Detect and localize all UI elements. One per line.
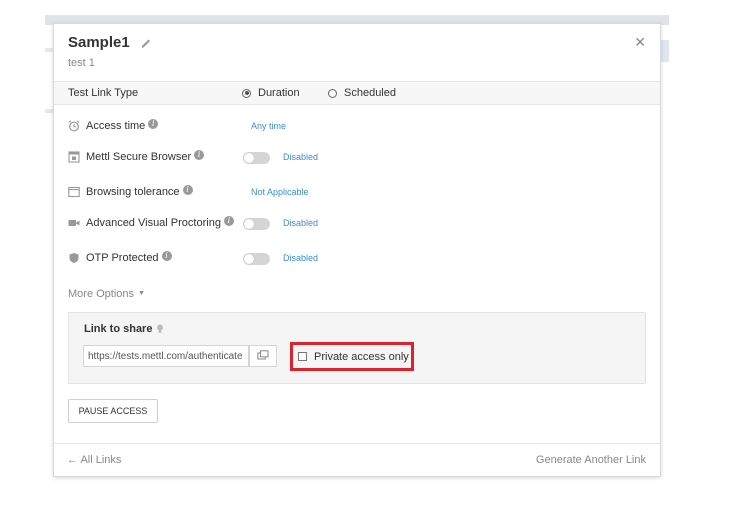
info-icon[interactable]: i (182, 185, 193, 195)
secure-browser-icon (68, 151, 80, 163)
private-access-label: Private access only (314, 350, 409, 363)
secure-browser-status[interactable]: Disabled (283, 152, 318, 162)
share-link-title: Link to share (84, 323, 153, 335)
link-type-bar: Test Link Type Duration Scheduled (54, 81, 660, 105)
pencil-icon[interactable] (139, 36, 153, 50)
setting-label: Advanced Visual Proctoring (86, 217, 221, 229)
visual-proctoring-toggle[interactable] (243, 218, 270, 230)
setting-access-time: Access time i (68, 119, 159, 132)
setting-otp-protected: OTP Protected i (68, 251, 172, 264)
share-url-input[interactable] (83, 345, 249, 367)
share-link-panel: Link to share Private access only (68, 312, 646, 384)
setting-label: Mettl Secure Browser (86, 151, 192, 163)
copy-link-button[interactable] (249, 345, 277, 367)
modal-subtitle: test 1 (68, 57, 95, 69)
lightbulb-icon (156, 324, 164, 334)
modal-title-row: Sample1 (68, 34, 153, 51)
video-camera-icon (68, 217, 80, 229)
more-options-toggle[interactable]: More Options ▼ (68, 288, 145, 300)
access-time-value-link[interactable]: Any time (251, 121, 286, 131)
setting-label: Access time (86, 120, 146, 132)
info-icon[interactable]: i (223, 216, 234, 226)
alarm-clock-icon (68, 120, 80, 132)
all-links-link[interactable]: ← All Links (67, 454, 121, 466)
visual-proctoring-status[interactable]: Disabled (283, 218, 318, 228)
secure-browser-toggle[interactable] (243, 152, 270, 164)
modal-title: Sample1 (68, 34, 130, 51)
otp-protected-toggle[interactable] (243, 253, 270, 265)
radio-duration-label: Duration (258, 87, 300, 99)
link-type-label: Test Link Type (68, 87, 139, 99)
setting-visual-proctoring: Advanced Visual Proctoring i (68, 216, 234, 229)
setting-browsing-tolerance: Browsing tolerance i (68, 185, 193, 198)
caret-down-icon: ▼ (138, 290, 145, 297)
background-panel-edge (660, 40, 669, 62)
generate-another-link[interactable]: Generate Another Link (536, 454, 646, 466)
radio-duration[interactable]: Duration (242, 87, 300, 99)
browsing-tolerance-value-link[interactable]: Not Applicable (251, 187, 309, 197)
info-icon[interactable]: i (161, 251, 172, 261)
radio-selected-icon (242, 88, 251, 98)
radio-scheduled[interactable]: Scheduled (328, 87, 396, 99)
setting-secure-browser: Mettl Secure Browser i (68, 150, 205, 163)
info-icon[interactable]: i (194, 150, 205, 160)
more-options-label: More Options (68, 288, 135, 300)
radio-scheduled-label: Scheduled (344, 87, 396, 99)
copy-icon (257, 347, 269, 365)
pause-access-button[interactable]: PAUSE ACCESS (68, 399, 158, 423)
shield-icon (68, 252, 80, 264)
background-mark (45, 48, 53, 52)
otp-protected-status[interactable]: Disabled (283, 253, 318, 263)
background-mark (45, 109, 53, 113)
modal-footer: ← All Links Generate Another Link (54, 443, 660, 477)
info-icon[interactable]: i (148, 119, 159, 129)
browser-window-icon (68, 186, 80, 198)
checkbox-icon[interactable] (298, 352, 307, 361)
share-link-heading: Link to share (84, 323, 164, 335)
close-icon[interactable]: ✕ (634, 34, 646, 51)
setting-label: Browsing tolerance (86, 186, 180, 198)
radio-unselected-icon (328, 88, 337, 98)
test-link-modal: Sample1 test 1 ✕ Test Link Type Duration… (53, 23, 661, 477)
setting-label: OTP Protected (86, 252, 159, 264)
private-access-checkbox[interactable]: Private access only (290, 342, 414, 371)
